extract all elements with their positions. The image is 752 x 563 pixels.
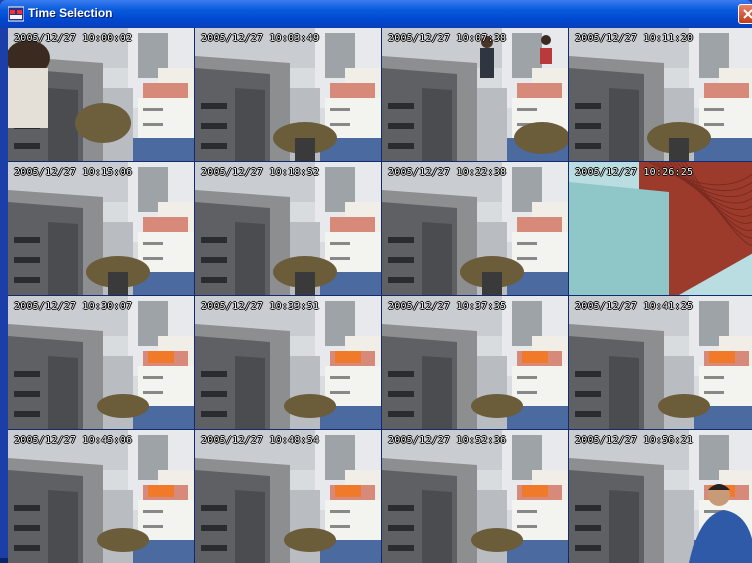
- thumbnail-13[interactable]: 2005/12/27 10:45:06: [8, 430, 194, 563]
- thumbnail-timestamp: 2005/12/27 10:15:06: [14, 167, 133, 178]
- thumbnail-timestamp: 2005/12/27 10:07:38: [388, 33, 507, 44]
- close-button[interactable]: [738, 4, 752, 24]
- camera-frame-image: [195, 296, 381, 429]
- camera-frame-image: [569, 296, 752, 429]
- thumbnail-timestamp: 2005/12/27 10:48:54: [201, 435, 320, 446]
- thumbnail-timestamp: 2005/12/27 10:00:02: [14, 33, 133, 44]
- thumbnail-5[interactable]: 2005/12/27 10:15:06: [8, 162, 194, 295]
- thumbnail-7[interactable]: 2005/12/27 10:22:38: [382, 162, 568, 295]
- thumbnail-9[interactable]: 2005/12/27 10:30:07: [8, 296, 194, 429]
- thumbnail-timestamp: 2005/12/27 10:30:07: [14, 301, 133, 312]
- thumbnail-timestamp: 2005/12/27 10:52:36: [388, 435, 507, 446]
- thumbnail-timestamp: 2005/12/27 10:33:51: [201, 301, 320, 312]
- camera-frame-image: [8, 162, 194, 295]
- camera-frame-image: [8, 296, 194, 429]
- thumbnail-16[interactable]: 2005/12/27 10:56:21: [569, 430, 752, 563]
- camera-frame-image: [382, 296, 568, 429]
- camera-frame-image: [382, 430, 568, 563]
- thumbnail-timestamp: 2005/12/27 10:03:49: [201, 33, 320, 44]
- thumbnail-15[interactable]: 2005/12/27 10:52:36: [382, 430, 568, 563]
- thumbnail-2[interactable]: 2005/12/27 10:03:49: [195, 28, 381, 161]
- thumbnail-timestamp: 2005/12/27 10:11:20: [575, 33, 694, 44]
- thumbnail-timestamp: 2005/12/27 10:41:25: [575, 301, 694, 312]
- app-icon: [8, 6, 24, 22]
- thumbnail-grid: 2005/12/27 10:00:02 2005/12/27 10:03:49 20…: [8, 28, 752, 563]
- thumbnail-10[interactable]: 2005/12/27 10:33:51: [195, 296, 381, 429]
- thumbnail-timestamp: 2005/12/27 10:26:25: [575, 167, 694, 178]
- camera-frame-image: [569, 162, 752, 295]
- thumbnail-8[interactable]: 2005/12/27 10:26:25: [569, 162, 752, 295]
- camera-frame-image: [8, 430, 194, 563]
- close-icon: [743, 9, 752, 19]
- camera-frame-image: [569, 430, 752, 563]
- camera-frame-image: [382, 28, 568, 161]
- thumbnail-timestamp: 2005/12/27 10:22:38: [388, 167, 507, 178]
- thumbnail-timestamp: 2005/12/27 10:37:35: [388, 301, 507, 312]
- thumbnail-12[interactable]: 2005/12/27 10:41:25: [569, 296, 752, 429]
- title-bar[interactable]: Time Selection: [0, 0, 752, 28]
- camera-frame-image: [569, 28, 752, 161]
- camera-frame-image: [195, 162, 381, 295]
- thumbnail-14[interactable]: 2005/12/27 10:48:54: [195, 430, 381, 563]
- camera-frame-image: [8, 28, 194, 161]
- camera-frame-image: [382, 162, 568, 295]
- window-title: Time Selection: [28, 6, 113, 20]
- time-selection-window: Time Selection 2005/12/27 10:00:02 2005/1…: [0, 0, 752, 563]
- thumbnail-4[interactable]: 2005/12/27 10:11:20: [569, 28, 752, 161]
- thumbnail-timestamp: 2005/12/27 10:18:52: [201, 167, 320, 178]
- thumbnail-timestamp: 2005/12/27 10:45:06: [14, 435, 133, 446]
- thumbnail-timestamp: 2005/12/27 10:56:21: [575, 435, 694, 446]
- camera-frame-image: [195, 28, 381, 161]
- camera-frame-image: [195, 430, 381, 563]
- thumbnail-1[interactable]: 2005/12/27 10:00:02: [8, 28, 194, 161]
- thumbnail-6[interactable]: 2005/12/27 10:18:52: [195, 162, 381, 295]
- thumbnail-11[interactable]: 2005/12/27 10:37:35: [382, 296, 568, 429]
- thumbnail-3[interactable]: 2005/12/27 10:07:38: [382, 28, 568, 161]
